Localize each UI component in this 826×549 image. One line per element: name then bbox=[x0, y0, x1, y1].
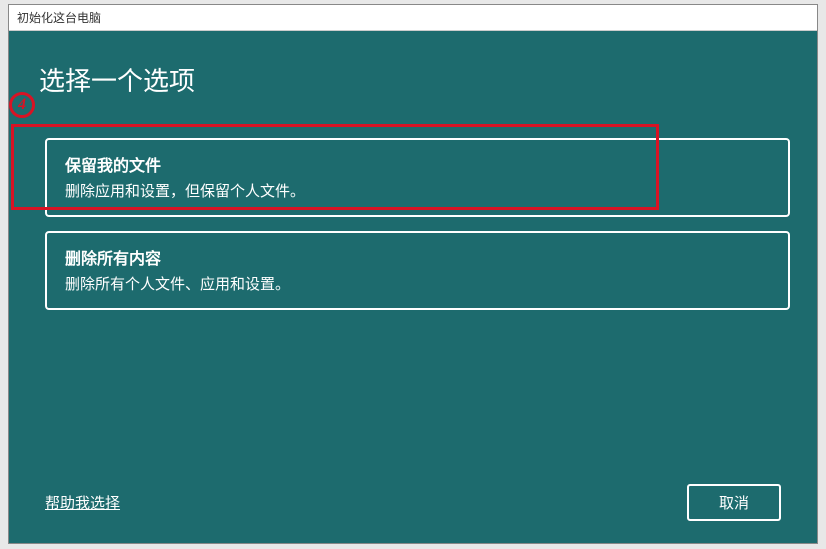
bottom-row: 帮助我选择 取消 bbox=[45, 484, 781, 521]
window-title: 初始化这台电脑 bbox=[17, 9, 101, 26]
option-title: 保留我的文件 bbox=[65, 152, 770, 176]
cancel-button[interactable]: 取消 bbox=[687, 484, 781, 521]
option-title: 删除所有内容 bbox=[65, 245, 770, 269]
annotation-step-number: 4 bbox=[9, 92, 35, 118]
page-title: 选择一个选项 bbox=[39, 61, 781, 98]
option-desc: 删除所有个人文件、应用和设置。 bbox=[65, 273, 770, 294]
option-desc: 删除应用和设置，但保留个人文件。 bbox=[65, 180, 770, 201]
help-link[interactable]: 帮助我选择 bbox=[45, 492, 120, 513]
dialog-window: 初始化这台电脑 选择一个选项 保留我的文件 删除应用和设置，但保留个人文件。 删… bbox=[8, 4, 818, 544]
option-remove-everything[interactable]: 删除所有内容 删除所有个人文件、应用和设置。 bbox=[45, 231, 790, 310]
dialog-content: 选择一个选项 保留我的文件 删除应用和设置，但保留个人文件。 删除所有内容 删除… bbox=[9, 31, 817, 543]
titlebar: 初始化这台电脑 bbox=[9, 5, 817, 31]
option-keep-files[interactable]: 保留我的文件 删除应用和设置，但保留个人文件。 bbox=[45, 138, 790, 217]
